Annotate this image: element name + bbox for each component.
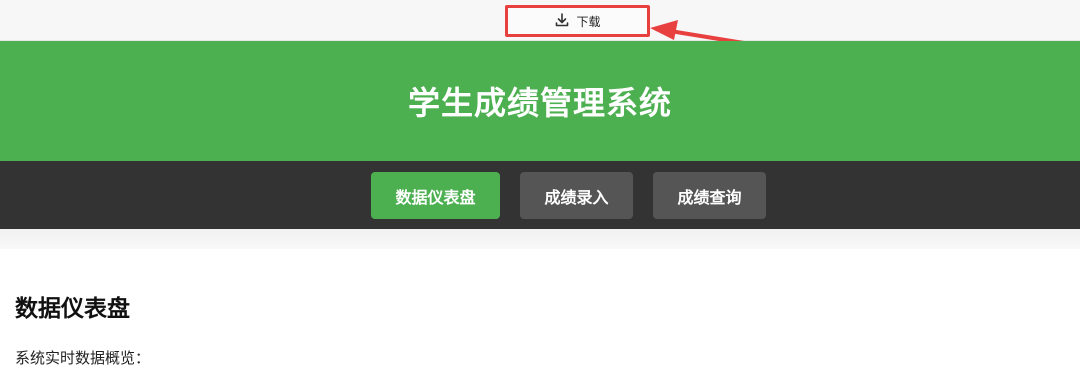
section-divider	[0, 229, 1080, 249]
download-toolbar: 下载	[0, 0, 1080, 47]
download-icon	[554, 12, 570, 31]
section-subtitle: 系统实时数据概览：	[15, 349, 151, 367]
nav-dashboard-button[interactable]: 数据仪表盘	[371, 172, 500, 219]
nav-grade-entry-button[interactable]: 成绩录入	[520, 172, 633, 219]
main-content: 数据仪表盘 系统实时数据概览：	[15, 289, 1065, 367]
main-nav: 数据仪表盘 成绩录入 成绩查询	[0, 161, 1080, 229]
download-button[interactable]: 下载	[505, 5, 650, 37]
app-header: 学生成绩管理系统	[0, 41, 1080, 161]
app-title: 学生成绩管理系统	[407, 84, 672, 122]
download-label: 下载	[576, 14, 601, 29]
nav-grade-query-button[interactable]: 成绩查询	[653, 172, 766, 219]
section-title: 数据仪表盘	[15, 296, 130, 322]
